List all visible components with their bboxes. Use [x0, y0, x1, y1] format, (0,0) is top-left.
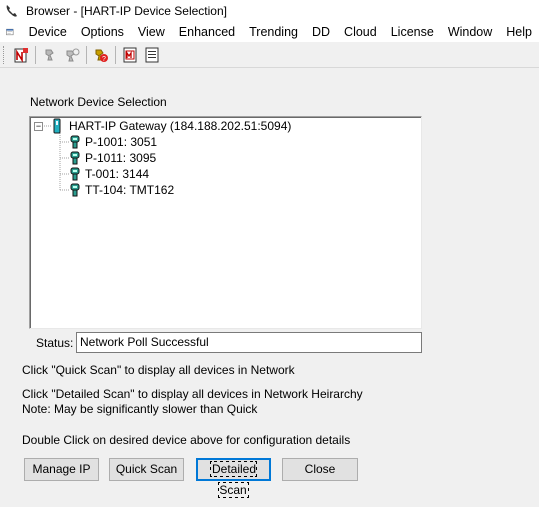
menu-bar: Device Options View Enhanced Trending DD…	[0, 22, 539, 42]
detailed-scan-note: Note: May be significantly slower than Q…	[22, 402, 258, 416]
text-report-button[interactable]	[141, 44, 163, 66]
pdf-report-icon	[123, 47, 137, 62]
device-icon	[70, 167, 80, 181]
poll-button[interactable]	[61, 44, 83, 66]
tree-item-device[interactable]: P-1011: 3095	[70, 150, 156, 166]
menu-trending[interactable]: Trending	[242, 22, 305, 42]
toolbar-separator	[35, 45, 36, 64]
system-menu-icon[interactable]	[6, 24, 14, 40]
collapse-toggle[interactable]: −	[34, 120, 43, 131]
toolbar-separator	[115, 45, 116, 64]
new-device-icon	[14, 47, 28, 63]
menu-cloud[interactable]: Cloud	[337, 22, 384, 42]
menu-options[interactable]: Options	[74, 22, 131, 42]
detailed-scan-hint: Click "Detailed Scan" to display all dev…	[22, 387, 363, 401]
menu-device[interactable]: Device	[22, 22, 74, 42]
device-label: TT-104: TMT162	[85, 183, 175, 197]
menu-window[interactable]: Window	[441, 22, 499, 42]
close-button[interactable]: Close	[282, 458, 358, 481]
gateway-label: HART-IP Gateway (184.188.202.51:5094)	[69, 119, 292, 133]
pdf-report-button[interactable]	[119, 44, 141, 66]
toolbar-grip[interactable]	[3, 45, 6, 64]
phone-icon	[6, 5, 17, 17]
device-icon	[70, 135, 80, 149]
tree-item-gateway[interactable]: − HART-IP Gateway (184.188.202.51:5094)	[34, 118, 291, 134]
new-device-button[interactable]	[10, 44, 32, 66]
gateway-icon	[53, 118, 61, 134]
menu-enhanced[interactable]: Enhanced	[172, 22, 242, 42]
tree-item-device[interactable]: P-1001: 3051	[70, 134, 157, 150]
window-title: Browser - [HART-IP Device Selection]	[26, 4, 227, 18]
device-label: P-1011: 3095	[85, 151, 157, 165]
tree-item-device[interactable]: TT-104: TMT162	[70, 182, 174, 198]
device-tree[interactable]: − HART-IP Gateway (184.188.202.51:5094) …	[29, 116, 422, 329]
device-help-icon: ?	[95, 49, 108, 63]
device-help-button[interactable]: ?	[90, 44, 112, 66]
svg-text:?: ?	[102, 56, 106, 63]
collapse-toggle-glyph: −	[35, 120, 42, 131]
manage-ip-button[interactable]: Manage IP	[24, 458, 99, 481]
device-icon	[70, 151, 80, 165]
disconnect-icon	[45, 49, 54, 60]
quick-scan-button[interactable]: Quick Scan	[109, 458, 184, 481]
disconnect-button[interactable]	[39, 44, 61, 66]
status-field: Network Poll Successful	[76, 332, 422, 353]
status-label: Status:	[36, 336, 74, 350]
text-report-icon	[145, 47, 159, 62]
double-click-hint: Double Click on desired device above for…	[22, 433, 351, 447]
device-icon	[70, 183, 80, 197]
detailed-scan-button-label: Detailed Scan	[209, 461, 258, 498]
device-label: T-001: 3144	[85, 167, 150, 181]
detailed-scan-button[interactable]: Detailed Scan	[196, 458, 271, 498]
menu-license[interactable]: License	[384, 22, 441, 42]
menu-dd[interactable]: DD	[305, 22, 337, 42]
toolbar-separator	[86, 45, 87, 64]
network-device-selection-label: Network Device Selection	[30, 95, 167, 109]
poll-icon	[66, 48, 80, 61]
menu-help[interactable]: Help	[499, 22, 539, 42]
menu-view[interactable]: View	[131, 22, 172, 42]
title-bar: Browser - [HART-IP Device Selection]	[0, 0, 539, 22]
toolbar: ?	[0, 42, 539, 68]
tree-item-device[interactable]: T-001: 3144	[70, 166, 149, 182]
device-label: P-1001: 3051	[85, 135, 158, 149]
quick-scan-hint: Click "Quick Scan" to display all device…	[22, 363, 295, 377]
